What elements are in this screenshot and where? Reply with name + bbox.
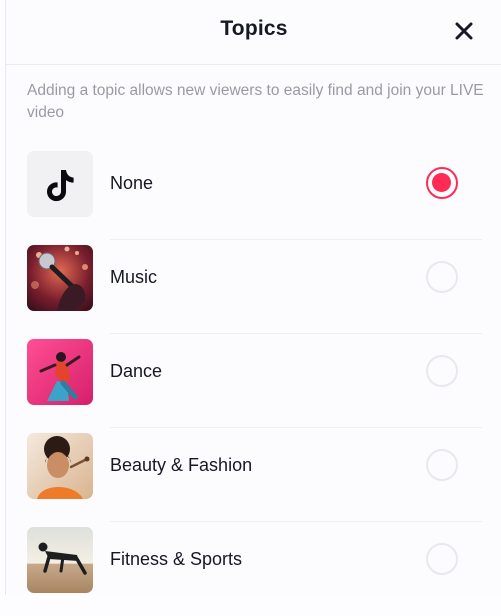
- topic-row-music[interactable]: Music: [6, 240, 501, 334]
- topic-label: Music: [110, 267, 158, 287]
- topic-row-beauty-fashion[interactable]: Beauty & Fashion: [6, 428, 501, 522]
- topic-label: Beauty & Fashion: [110, 455, 253, 475]
- topic-thumbnail: [27, 527, 93, 593]
- topic-thumbnail: [27, 339, 93, 405]
- topic-thumbnail: [27, 433, 93, 499]
- close-icon: [455, 22, 473, 40]
- topic-radio-selected[interactable]: [426, 167, 458, 199]
- topic-label: Fitness & Sports: [110, 549, 243, 569]
- topic-radio[interactable]: [426, 543, 458, 575]
- close-button[interactable]: [450, 17, 478, 45]
- page-title: Topics: [220, 17, 288, 40]
- topic-label: None: [110, 173, 154, 193]
- dance-photo: [27, 339, 93, 405]
- music-photo: [27, 245, 93, 311]
- topic-radio[interactable]: [426, 449, 458, 481]
- topic-label: Dance: [110, 361, 163, 381]
- tiktok-logo-icon: [27, 151, 93, 217]
- topic-row-dance[interactable]: Dance: [6, 334, 501, 428]
- topics-description: Adding a topic allows new viewers to eas…: [27, 82, 484, 121]
- topic-radio[interactable]: [426, 355, 458, 387]
- sheet-header: Topics: [6, 0, 501, 65]
- topic-row-fitness-sports[interactable]: Fitness & Sports: [6, 522, 501, 616]
- topic-list: None Music Dance Beauty & Fashion Fitnes…: [6, 146, 501, 616]
- topics-sheet: Topics Adding a topic allows new viewers…: [5, 0, 501, 595]
- topic-radio[interactable]: [426, 261, 458, 293]
- fitness-photo: [27, 527, 93, 593]
- topic-thumbnail: [27, 151, 93, 217]
- beauty-photo: [27, 433, 93, 499]
- topic-thumbnail: [27, 245, 93, 311]
- topic-row-none[interactable]: None: [6, 146, 501, 240]
